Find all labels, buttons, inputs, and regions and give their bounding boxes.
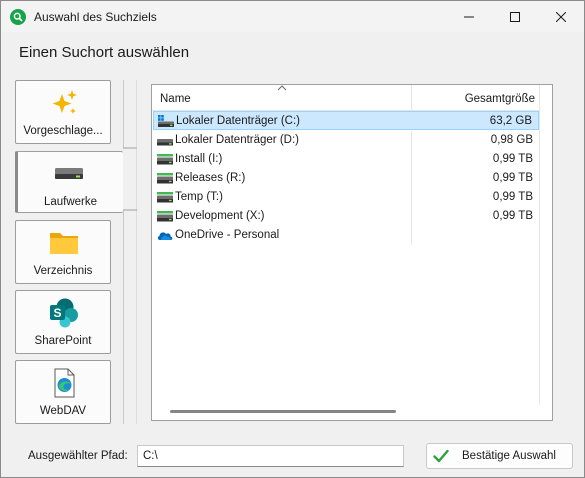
drive-name: Development (X:) [175, 210, 265, 222]
selected-path-label: Ausgewählter Pfad: [28, 450, 128, 462]
drive-name: Install (I:) [175, 153, 223, 165]
svg-text:S: S [53, 306, 61, 320]
list-row[interactable]: Install (I:) 0,99 TB [153, 150, 539, 169]
onedrive-icon [157, 232, 173, 240]
column-header-name[interactable]: Name [160, 93, 191, 105]
window-title: Auswahl des Suchziels [34, 10, 157, 24]
close-icon [556, 11, 566, 22]
horizontal-scrollbar[interactable] [170, 410, 396, 413]
list-row[interactable]: Releases (R:) 0,99 TB [153, 169, 539, 188]
confirm-selection-button[interactable]: Bestätige Auswahl [426, 443, 573, 469]
maximize-button[interactable] [492, 1, 538, 32]
column-divider[interactable] [411, 85, 412, 111]
folder-icon [50, 233, 78, 254]
webdav-icon [54, 368, 75, 398]
sharepoint-icon: S [50, 298, 78, 328]
close-button[interactable] [538, 1, 584, 32]
checkmark-icon [433, 449, 449, 463]
dialog-header: Einen Suchort auswählen [1, 32, 584, 74]
list-row[interactable]: Lokaler Datenträger (D:) 0,98 GB [153, 131, 539, 150]
sidebar-item-sharepoint[interactable]: S SharePoint [15, 290, 111, 354]
drive-size: 63,2 GB [489, 115, 532, 127]
drive-size: 0,99 TB [492, 172, 533, 184]
drive-size: 0,99 TB [492, 153, 533, 165]
sidebar-item-label: Vorgeschlage... [23, 125, 103, 137]
drive-name: Lokaler Datenträger (D:) [175, 134, 299, 146]
minimize-icon [464, 16, 474, 17]
title-bar[interactable]: Auswahl des Suchziels [1, 1, 584, 32]
sidebar-item-drives[interactable]: Laufwerke [15, 151, 123, 213]
list-row[interactable]: Development (X:) 0,99 TB [153, 207, 539, 226]
column-header-size[interactable]: Gesamtgröße [465, 93, 535, 105]
network-drive-icon [157, 192, 173, 203]
sidebar-item-label: Laufwerke [43, 196, 98, 208]
list-row[interactable]: OneDrive - Personal [153, 226, 539, 245]
sort-ascending-icon [277, 85, 287, 91]
sidebar-item-label: WebDAV [39, 405, 87, 417]
drive-icon [157, 139, 173, 146]
drive-name: Lokaler Datenträger (C:) [176, 115, 300, 127]
drive-name: Temp (T:) [175, 191, 223, 203]
sidebar-item-webdav[interactable]: WebDAV [15, 360, 111, 424]
list-vertical-divider [539, 85, 540, 405]
drive-name: OneDrive - Personal [175, 229, 280, 241]
drive-name: Releases (R:) [175, 172, 246, 184]
confirm-selection-label: Bestätige Auswahl [462, 450, 556, 462]
sidebar-item-label: SharePoint [34, 335, 92, 347]
drive-size: 0,98 GB [490, 134, 533, 146]
dialog-window: Auswahl des Suchziels Einen Suchort ausw… [0, 0, 585, 478]
drive-list[interactable]: Name Gesamtgröße Lokaler Datenträger (C:… [151, 84, 553, 421]
drive-icon [55, 168, 83, 179]
system-drive-icon [158, 115, 174, 127]
list-row[interactable]: Temp (T:) 0,99 TB [153, 188, 539, 207]
minimize-button[interactable] [446, 1, 492, 32]
list-header: Name Gesamtgröße [152, 85, 539, 111]
app-search-icon [10, 9, 26, 25]
sparkle-icon [52, 90, 77, 114]
network-drive-icon [157, 173, 173, 184]
drive-size: 0,99 TB [492, 210, 533, 222]
sidebar-item-directory[interactable]: Verzeichnis [15, 220, 111, 284]
network-drive-icon [157, 211, 173, 222]
selected-path-input[interactable] [137, 445, 404, 467]
network-drive-icon [157, 154, 173, 165]
sidebar-divider [123, 80, 137, 424]
source-sidebar: Vorgeschlage... Laufwerke Verzeichnis S … [15, 80, 137, 424]
sidebar-item-suggested[interactable]: Vorgeschlage... [15, 80, 111, 144]
sidebar-item-label: Verzeichnis [33, 265, 93, 277]
page-title: Einen Suchort auswählen [19, 44, 190, 61]
drive-size: 0,99 TB [492, 191, 533, 203]
maximize-icon [510, 11, 520, 22]
list-row[interactable]: Lokaler Datenträger (C:) 63,2 GB [153, 111, 539, 130]
